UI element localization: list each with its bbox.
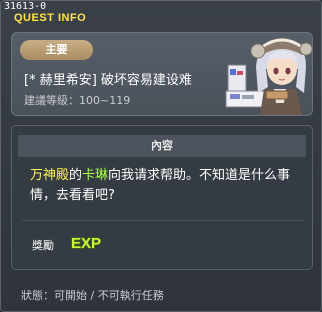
reward-label: 獎勵: [32, 239, 54, 252]
quest-header-panel: 主要 [* 赫里希安] 破坏容易建设难 建議等級：100~119: [11, 32, 313, 116]
quest-id: 31613-0: [4, 1, 47, 12]
npc-portrait: [225, 38, 313, 115]
quest-description: 万神殿的卡琳向我请求帮助。不知道是什么事情，去看看吧?: [30, 166, 302, 206]
description-text: 的: [69, 168, 83, 183]
window-title: QUEST INFO: [14, 12, 87, 24]
quest-body-panel: 內容 万神殿的卡琳向我请求帮助。不知道是什么事情，去看看吧? 獎勵 EXP: [11, 125, 313, 270]
exp-icon: EXP: [70, 234, 101, 252]
quest-info-window: 31613-0 QUEST INFO 主要 [* 赫里希安] 破坏容易建设难 建…: [0, 0, 322, 312]
level-requirement: 建議等級：100~119: [24, 94, 131, 107]
content-section-header: 內容: [18, 135, 306, 157]
exp-icon-label: EXP: [71, 235, 101, 252]
reward-divider: [22, 220, 304, 221]
quest-status: 狀態：可開始 / 不可執行任務: [21, 289, 164, 302]
description-place: 万神殿: [30, 168, 70, 183]
quest-type-badge: 主要: [20, 40, 93, 60]
titlebar[interactable]: 31613-0 QUEST INFO: [1, 1, 321, 27]
quest-name: [* 赫里希安] 破坏容易建设难: [24, 73, 192, 88]
description-npc: 卡琳: [82, 168, 109, 183]
